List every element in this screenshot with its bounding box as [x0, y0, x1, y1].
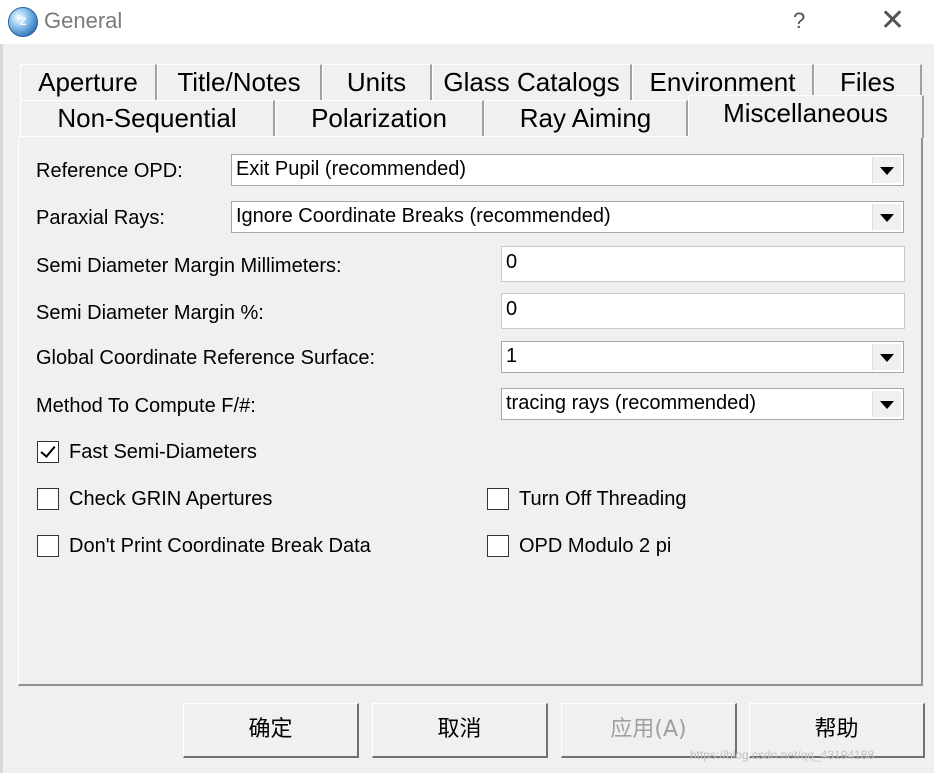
turn-off-threading-checkbox[interactable] — [487, 488, 509, 510]
turn-off-threading-label: Turn Off Threading — [519, 488, 687, 510]
method-fnum-label: Method To Compute F/#: — [36, 395, 256, 417]
reference-opd-label: Reference OPD: — [36, 160, 183, 182]
paraxial-rays-value: Ignore Coordinate Breaks (recommended) — [236, 205, 611, 227]
close-icon[interactable]: ✕ — [880, 4, 905, 38]
opd-modulo-label: OPD Modulo 2 pi — [519, 535, 672, 557]
tab-aperture[interactable]: Aperture — [20, 64, 157, 100]
reference-opd-select[interactable]: Exit Pupil (recommended) — [231, 154, 904, 186]
check-grin-label: Check GRIN Apertures — [69, 488, 273, 510]
semi-diameter-pct-label: Semi Diameter Margin %: — [36, 302, 264, 324]
cancel-button[interactable]: 取消 — [372, 703, 548, 758]
window-title: General — [44, 8, 123, 33]
check-grin-checkbox[interactable] — [37, 488, 59, 510]
watermark: https://blog.csdn.net/qq_43194188 — [690, 748, 875, 762]
opd-modulo-checkbox[interactable] — [487, 535, 509, 557]
tab-miscellaneous[interactable]: Miscellaneous — [688, 95, 924, 138]
window-edge — [0, 44, 3, 773]
paraxial-rays-select[interactable]: Ignore Coordinate Breaks (recommended) — [231, 201, 904, 233]
zemax-app-icon: Z — [8, 7, 38, 37]
title-bar: Z General ? ✕ — [0, 0, 934, 44]
tab-title-notes[interactable]: Title/Notes — [157, 64, 322, 100]
method-fnum-select[interactable]: tracing rays (recommended) — [501, 388, 904, 420]
tab-polarization[interactable]: Polarization — [275, 100, 484, 136]
semi-diameter-mm-input[interactable]: 0 — [501, 246, 905, 282]
tab-ray-aiming[interactable]: Ray Aiming — [484, 100, 688, 136]
chevron-down-icon[interactable] — [872, 391, 901, 417]
chevron-down-icon[interactable] — [872, 344, 901, 370]
global-coord-ref-select[interactable]: 1 — [501, 341, 904, 373]
dont-print-cb-label: Don't Print Coordinate Break Data — [69, 535, 371, 557]
fast-semi-diameters-checkbox[interactable] — [37, 441, 59, 463]
tab-non-sequential[interactable]: Non-Sequential — [20, 100, 275, 136]
chevron-down-icon[interactable] — [872, 157, 901, 183]
fast-semi-diameters-label: Fast Semi-Diameters — [69, 441, 257, 463]
paraxial-rays-label: Paraxial Rays: — [36, 207, 165, 229]
semi-diameter-pct-input[interactable]: 0 — [501, 293, 905, 329]
global-coord-ref-label: Global Coordinate Reference Surface: — [36, 347, 376, 369]
method-fnum-value: tracing rays (recommended) — [506, 392, 757, 414]
dont-print-cb-checkbox[interactable] — [37, 535, 59, 557]
ok-button[interactable]: 确定 — [183, 703, 359, 758]
help-icon[interactable]: ? — [793, 8, 805, 34]
tab-units[interactable]: Units — [322, 64, 432, 100]
tab-glass-catalogs[interactable]: Glass Catalogs — [432, 64, 632, 100]
global-coord-ref-value: 1 — [506, 345, 518, 367]
reference-opd-value: Exit Pupil (recommended) — [236, 158, 467, 180]
chevron-down-icon[interactable] — [872, 204, 901, 230]
semi-diameter-mm-label: Semi Diameter Margin Millimeters: — [36, 255, 342, 277]
